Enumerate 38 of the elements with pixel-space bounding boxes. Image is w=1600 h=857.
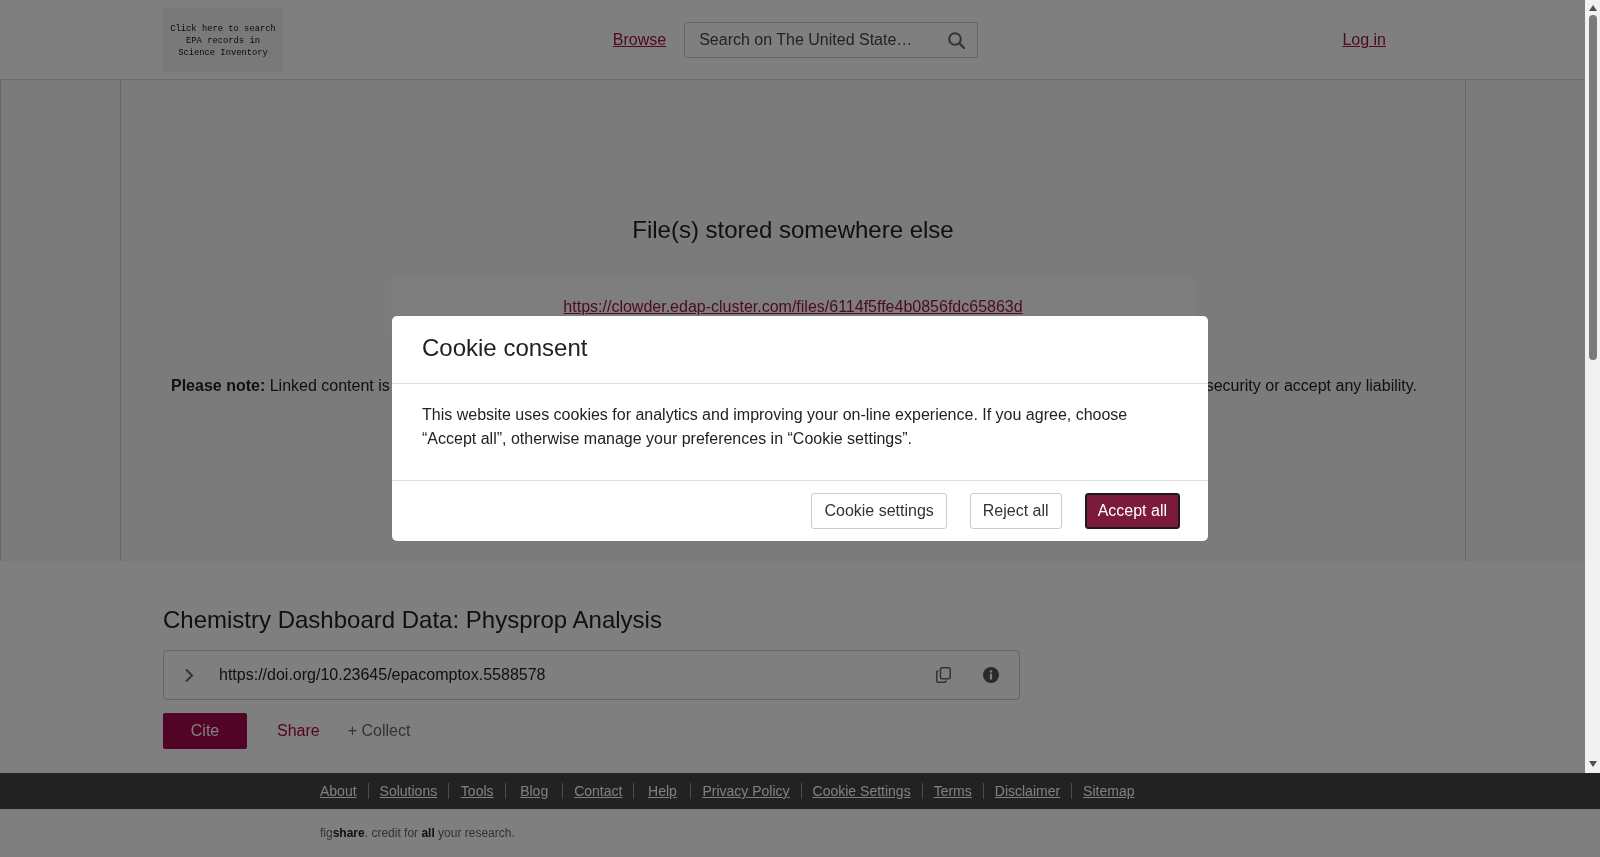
note-text: Please note: Linked content is [171, 377, 390, 395]
search-icon[interactable] [948, 31, 966, 49]
up-arrow-icon[interactable] [1588, 5, 1597, 11]
footer-link[interactable]: Disclaimer [982, 783, 1072, 799]
footer-tagline: figshare. credit for all your research. [320, 826, 515, 840]
search-field[interactable]: Search on The United State… [684, 21, 979, 58]
cite-button[interactable]: Cite [163, 713, 247, 749]
collect-button[interactable]: + Collect [333, 713, 425, 749]
footer-link[interactable]: Blog [505, 783, 563, 799]
footer-link[interactable]: Help [633, 783, 691, 799]
note-text: security or accept any liability. [1205, 377, 1417, 395]
footer-link[interactable]: Sitemap [1071, 783, 1146, 799]
doi-text: https://doi.org/10.23645/epacomptox.5588578 [219, 666, 547, 684]
logo-banner[interactable]: Click here to search EPA records in Science Inventory [163, 7, 283, 72]
footer-link[interactable]: Solutions [367, 783, 449, 799]
browse-link[interactable]: Browse [612, 30, 667, 49]
footer-link[interactable]: Contact [562, 783, 634, 799]
accept-button[interactable]: Accept all [1084, 493, 1180, 529]
scrollbar[interactable] [1585, 0, 1600, 773]
dialog-button[interactable]: Reject all [969, 493, 1062, 529]
dialog-button[interactable]: Cookie settings [811, 493, 947, 529]
login-link[interactable]: Log in [1342, 30, 1386, 49]
scrollbar-thumb[interactable] [1588, 15, 1597, 360]
footer-link[interactable]: Tools [448, 783, 506, 799]
dialog-text: This website uses cookies for analytics and improving your on-line experience. If you agree, choose “Accept all”, otherwise manage your preferences in “Cookie settings”. [422, 405, 1129, 449]
share-button[interactable]: Share [263, 713, 334, 749]
footer-link[interactable]: Cookie Settings [800, 783, 922, 799]
chevron-icon[interactable] [184, 667, 194, 683]
external-link[interactable]: https://clowder.edap-cluster.com/files/6114f5ffe4b0856fdc65863d [563, 298, 1023, 316]
info-icon[interactable] [983, 667, 999, 683]
viewer-heading: File(s) stored somewhere else [632, 215, 954, 244]
footer-link[interactable]: About [320, 783, 368, 799]
dialog-title: Cookie consent [422, 333, 589, 362]
copy-icon[interactable] [936, 667, 951, 683]
down-arrow-icon[interactable] [1588, 761, 1597, 767]
footer-link[interactable]: Terms [921, 783, 983, 799]
item-title: Chemistry Dashboard Data: Physprop Analysis [163, 605, 663, 634]
footer-link[interactable]: Privacy Policy [690, 783, 801, 799]
